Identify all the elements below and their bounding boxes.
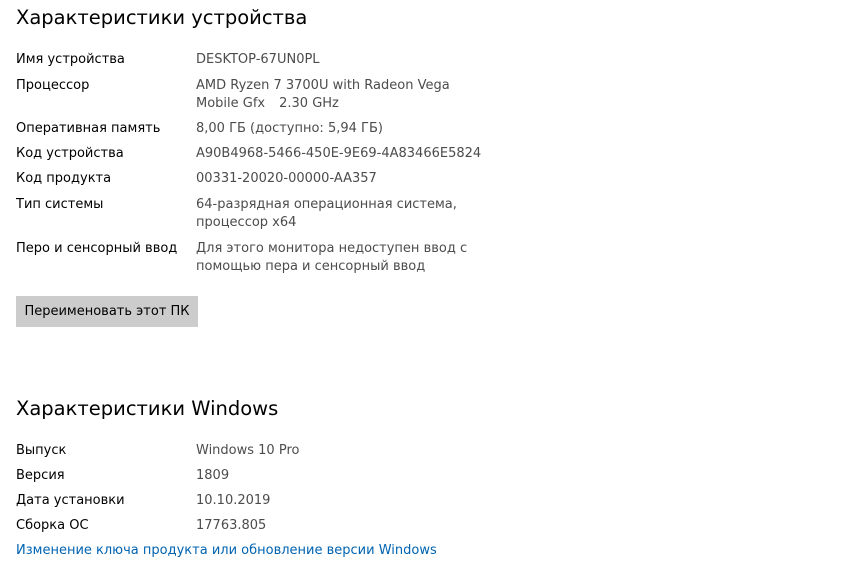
- spec-label: Версия: [16, 468, 65, 483]
- spec-label: Перо и сенсорный ввод: [16, 241, 178, 256]
- spec-value-line: Mobile Gfx 2.30 GHz: [196, 95, 486, 113]
- spec-value-line: Для этого монитора недоступен ввод с: [196, 241, 468, 256]
- spec-label: Процессор: [16, 78, 90, 93]
- spec-value-part: 2.30 GHz: [279, 96, 339, 111]
- spec-label: Код продукта: [16, 171, 112, 186]
- spec-label: Оперативная память: [16, 121, 161, 136]
- about-page: Характеристики устройства Имя устройства…: [0, 0, 865, 561]
- spec-label: Тип системы: [16, 197, 104, 212]
- spec-value: 64-разрядная операционная система, проце…: [196, 196, 486, 232]
- spec-value: 10.10.2019: [196, 493, 271, 508]
- spec-label: Код устройства: [16, 146, 124, 161]
- spec-value: 17763.805: [196, 518, 267, 533]
- spec-value: 8,00 ГБ (доступно: 5,94 ГБ): [196, 121, 383, 136]
- spec-value: 00331-20020-00000-AA357: [196, 171, 377, 186]
- spec-value: A90B4968-5466-450E-9E69-4A83466E5824: [196, 146, 482, 161]
- change-product-key-link[interactable]: Изменение ключа продукта или обновление …: [16, 542, 437, 560]
- spec-value-line: процессор x64: [196, 215, 297, 230]
- spec-label: Дата установки: [16, 493, 125, 508]
- spec-value: DESKTOP-67UN0PL: [196, 52, 320, 67]
- spec-value: AMD Ryzen 7 3700U with Radeon Vega Mobil…: [196, 77, 486, 113]
- spec-value-line: помощью пера и сенсорный ввод: [196, 259, 426, 274]
- spec-label: Сборка ОС: [16, 518, 89, 533]
- spec-value: Для этого монитора недоступен ввод с пом…: [196, 240, 486, 276]
- spec-value: 1809: [196, 468, 230, 483]
- rename-pc-button[interactable]: Переименовать этот ПК: [16, 296, 198, 327]
- spec-label: Выпуск: [16, 443, 67, 458]
- windows-specs-title: Характеристики Windows: [16, 397, 279, 420]
- spec-value-line: AMD Ryzen 7 3700U with Radeon Vega: [196, 78, 450, 93]
- spec-value-part: Mobile Gfx: [196, 96, 266, 111]
- spec-value-line: 64-разрядная операционная система,: [196, 197, 457, 212]
- spec-label: Имя устройства: [16, 52, 125, 67]
- device-specs-title: Характеристики устройства: [16, 6, 308, 29]
- spec-value: Windows 10 Pro: [196, 443, 300, 458]
